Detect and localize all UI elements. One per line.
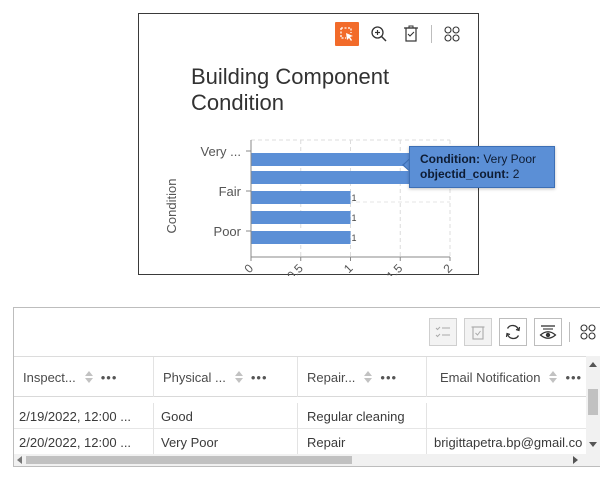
cell-inspection-date: 2/19/2022, 12:00 ... <box>14 403 154 429</box>
table-options-button[interactable] <box>577 318 599 346</box>
cell-inspection-date: 2/20/2022, 12:00 ... <box>14 429 154 454</box>
bar[interactable] <box>251 191 351 204</box>
vertical-scrollbar[interactable] <box>586 356 600 454</box>
y-axis-title: Condition <box>164 179 179 234</box>
column-header-label: Physical ... <box>163 369 226 385</box>
cell-email: brigittapetra.bp@gmail.co <box>427 429 586 454</box>
column-menu-icon[interactable]: ••• <box>565 370 582 385</box>
cell-repair: Repair <box>298 429 427 454</box>
show-selected-icon <box>435 326 450 338</box>
toolbar-divider <box>569 322 570 342</box>
bar-chart: Condition 22111Very ...FairPoor00.511.52 <box>164 139 456 276</box>
bar-data-label: 1 <box>352 213 357 223</box>
column-header-repair[interactable]: Repair... ••• <box>298 357 427 397</box>
bar-data-label: 1 <box>352 193 357 203</box>
cell-physical-condition: Very Poor <box>154 429 298 454</box>
bar[interactable] <box>251 231 351 244</box>
toggle-columns-icon <box>539 325 557 339</box>
scroll-left-arrow[interactable] <box>17 456 22 464</box>
clear-selection-icon <box>471 326 485 340</box>
tooltip-field-value: Very Poor <box>483 152 537 166</box>
x-tick-label: 0 <box>241 261 256 276</box>
x-tick-label: 0.5 <box>284 261 306 276</box>
table-row[interactable]: 2/19/2022, 12:00 ... Good Regular cleani… <box>14 403 586 429</box>
table-header: Inspect... ••• Physical ... ••• Repair..… <box>14 357 586 397</box>
vertical-scroll-thumb[interactable] <box>588 389 598 415</box>
y-tick-label: Fair <box>219 184 242 199</box>
column-header-inspection[interactable]: Inspect... ••• <box>14 357 154 397</box>
table-toolbar <box>429 317 599 347</box>
y-tick-label: Very ... <box>201 144 241 159</box>
x-tick-label: 2 <box>440 261 455 276</box>
table-row[interactable]: 2/20/2022, 12:00 ... Very Poor Repair br… <box>14 429 586 454</box>
cell-repair: Regular cleaning <box>298 403 427 429</box>
table-widget: Inspect... ••• Physical ... ••• Repair..… <box>13 307 600 467</box>
column-menu-icon[interactable]: ••• <box>251 370 268 385</box>
horizontal-scrollbar[interactable] <box>14 454 600 466</box>
column-menu-icon[interactable]: ••• <box>101 370 118 385</box>
y-tick-label: Poor <box>214 224 242 239</box>
column-header-physical[interactable]: Physical ... ••• <box>154 357 298 397</box>
tooltip-count-label: objectid_count: <box>420 167 510 181</box>
horizontal-scroll-thumb[interactable] <box>26 456 352 464</box>
x-tick-label: 1 <box>341 261 356 276</box>
attribute-table: Inspect... ••• Physical ... ••• Repair..… <box>14 356 586 454</box>
refresh-button[interactable] <box>499 318 527 346</box>
column-header-label: Email Notification <box>440 369 541 385</box>
sort-icon[interactable] <box>84 371 93 383</box>
clear-table-selection-button[interactable] <box>464 318 492 346</box>
sort-icon[interactable] <box>364 371 373 383</box>
tooltip-field-label: Condition: <box>420 152 480 166</box>
column-header-label: Inspect... <box>23 369 76 385</box>
sort-icon[interactable] <box>549 371 558 383</box>
cell-email <box>427 403 586 429</box>
bar-tooltip: Condition: Very Poor objectid_count: 2 <box>409 146 555 188</box>
bar-data-label: 1 <box>352 233 357 243</box>
sort-icon[interactable] <box>234 371 243 383</box>
column-menu-icon[interactable]: ••• <box>380 370 397 385</box>
show-selected-button[interactable] <box>429 318 457 346</box>
column-header-label: Repair... <box>307 369 356 385</box>
scroll-down-arrow[interactable] <box>589 442 597 447</box>
scroll-right-arrow[interactable] <box>573 456 578 464</box>
chart-widget: Building Component Condition Condition 2… <box>138 13 555 276</box>
toggle-columns-button[interactable] <box>534 318 562 346</box>
x-tick-label: 1.5 <box>384 261 406 276</box>
column-header-email[interactable]: Email Notification ••• <box>427 357 586 397</box>
refresh-icon <box>505 324 521 340</box>
bar[interactable] <box>251 211 351 224</box>
tooltip-count-value: 2 <box>512 167 520 181</box>
options-icon <box>580 324 596 340</box>
cell-physical-condition: Good <box>154 403 298 429</box>
scroll-up-arrow[interactable] <box>589 362 597 367</box>
